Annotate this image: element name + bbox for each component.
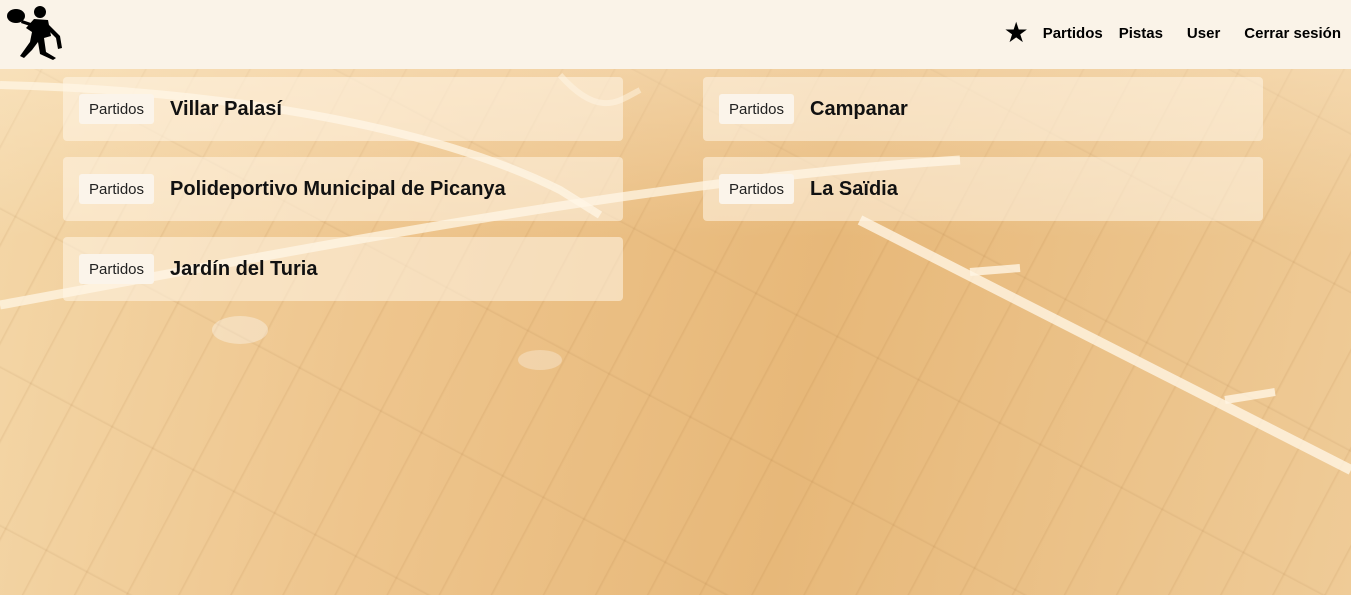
nav-user-link[interactable]: User	[1187, 25, 1220, 42]
partidos-badge[interactable]: Partidos	[79, 174, 155, 204]
venue-card[interactable]: Partidos Campanar	[703, 77, 1263, 141]
page: ★ Partidos Pistas User Cerrar sesión Par…	[0, 0, 1351, 595]
partidos-badge[interactable]: Partidos	[719, 94, 795, 124]
star-icon[interactable]: ★	[1004, 19, 1029, 47]
venue-name: Jardín del Turia	[170, 257, 318, 280]
padel-player-silhouette-icon[interactable]	[4, 2, 66, 62]
main-nav: ★ Partidos Pistas User Cerrar sesión	[1004, 0, 1341, 66]
venue-name: Campanar	[810, 97, 908, 120]
venue-name: Villar Palasí	[170, 97, 282, 120]
nav-partidos-link[interactable]: Partidos	[1043, 25, 1103, 42]
venue-name: La Saïdia	[810, 177, 898, 200]
nav-pistas-link[interactable]: Pistas	[1119, 25, 1163, 42]
partidos-badge[interactable]: Partidos	[719, 174, 795, 204]
partidos-badge[interactable]: Partidos	[79, 254, 155, 284]
venue-card[interactable]: Partidos Jardín del Turia	[63, 237, 623, 301]
venue-name: Polideportivo Municipal de Picanya	[170, 177, 506, 200]
venue-card[interactable]: Partidos Villar Palasí	[63, 77, 623, 141]
top-navbar: ★ Partidos Pistas User Cerrar sesión	[0, 0, 1351, 69]
venue-card[interactable]: Partidos La Saïdia	[703, 157, 1263, 221]
venue-card[interactable]: Partidos Polideportivo Municipal de Pica…	[63, 157, 623, 221]
logout-link[interactable]: Cerrar sesión	[1244, 25, 1341, 42]
partidos-badge[interactable]: Partidos	[79, 94, 155, 124]
